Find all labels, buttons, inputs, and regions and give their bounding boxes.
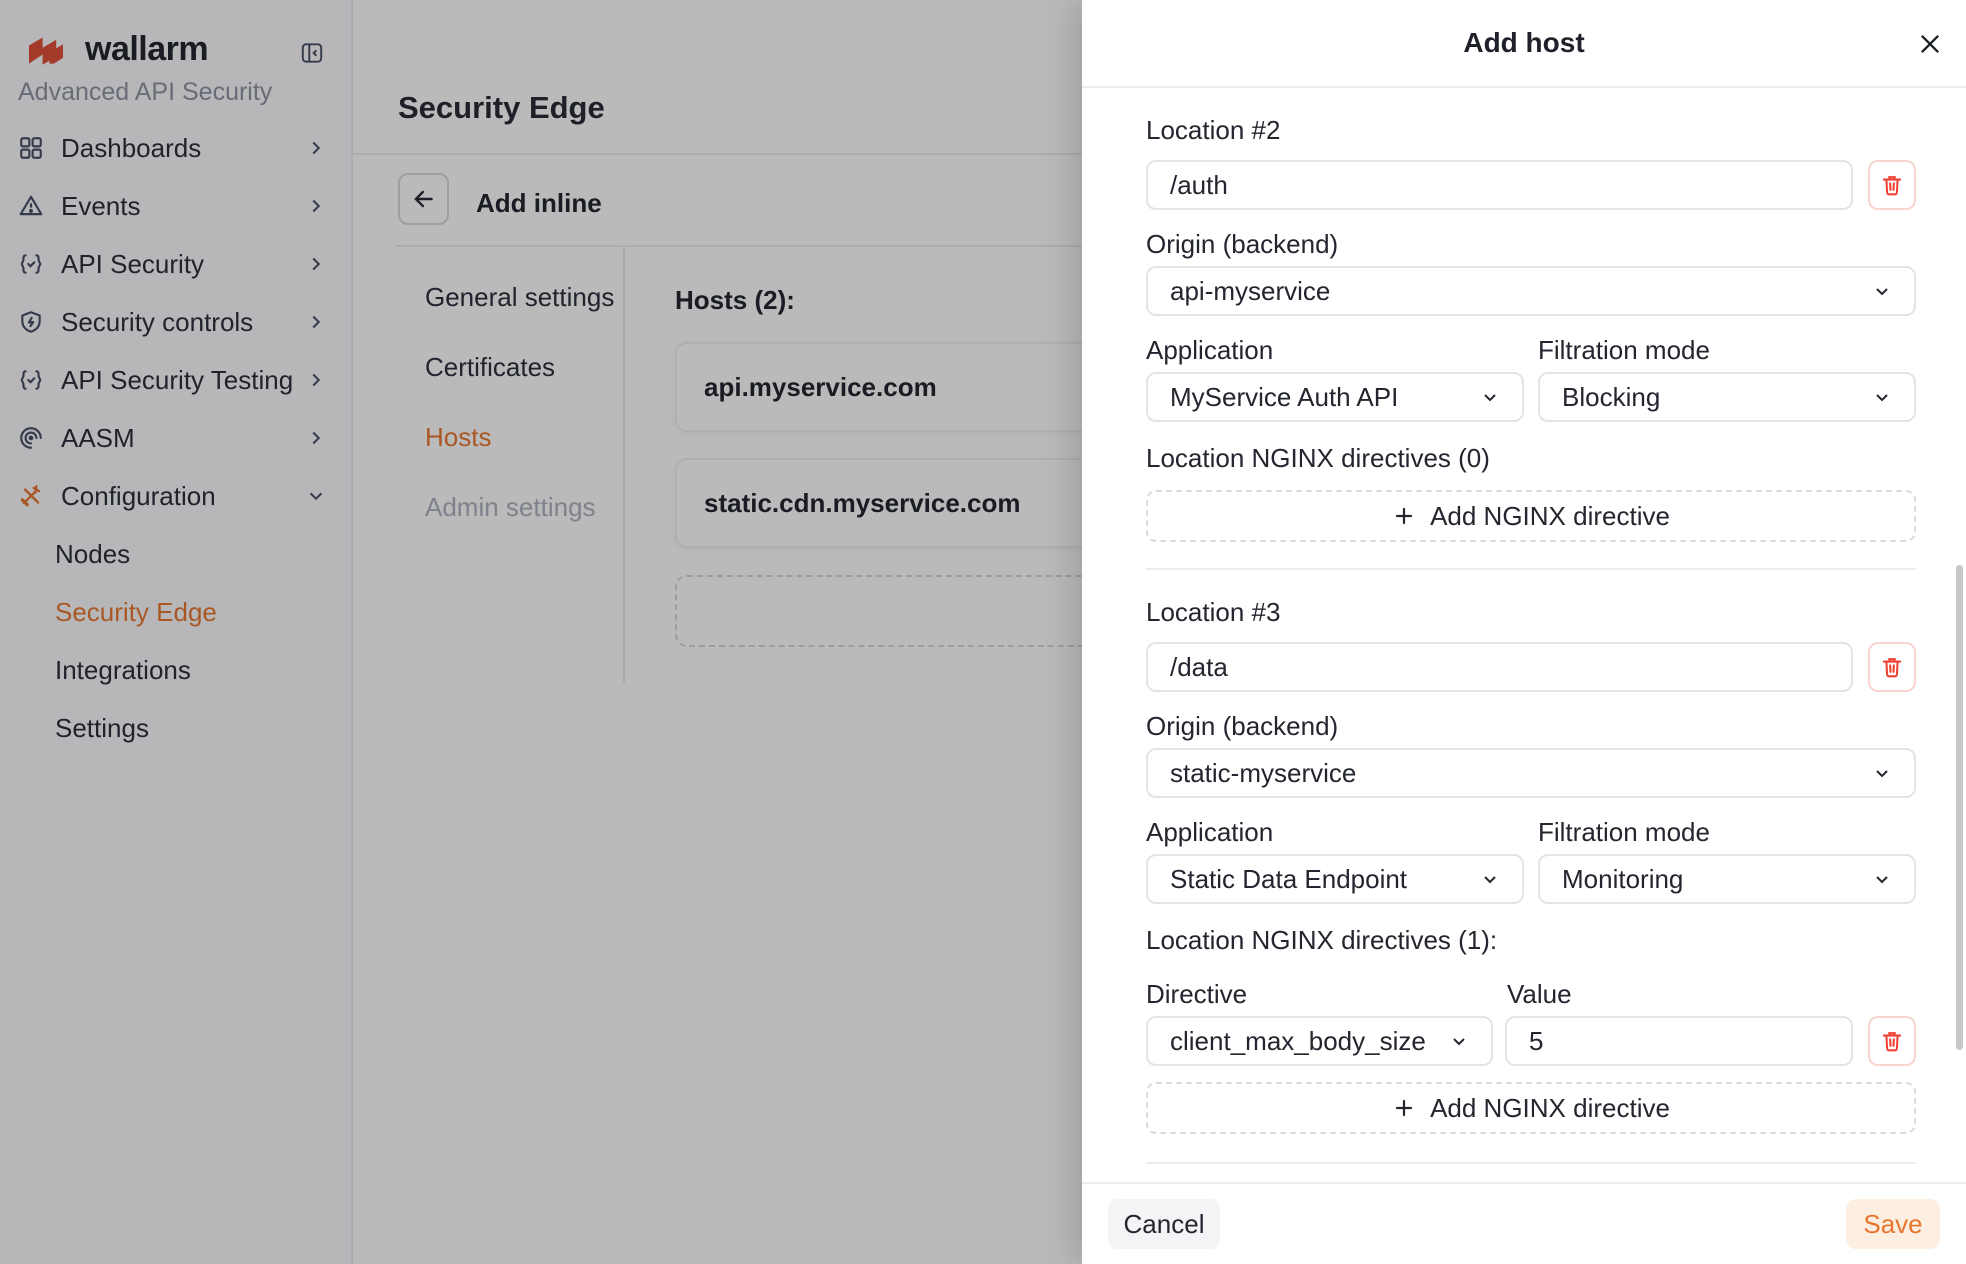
- modal-title: Add host: [1463, 27, 1584, 59]
- trash-icon: [1879, 1028, 1905, 1054]
- modal-body: Location #2 Origin (backend) api-myservi…: [1082, 88, 1966, 1182]
- chevron-down-icon: [1478, 867, 1502, 891]
- directive-value-input[interactable]: [1505, 1016, 1853, 1066]
- cancel-button[interactable]: Cancel: [1108, 1199, 1220, 1249]
- filtration-mode-label: Filtration mode: [1538, 334, 1916, 366]
- location-path-input[interactable]: [1146, 160, 1853, 210]
- directive-column-label: Directive: [1146, 978, 1493, 1010]
- plus-icon: [1392, 504, 1416, 528]
- modal-scrollbar[interactable]: [1956, 565, 1963, 1050]
- add-nginx-directive-button[interactable]: Add NGINX directive: [1146, 1082, 1916, 1134]
- filtration-mode-select[interactable]: Blocking: [1538, 372, 1916, 422]
- chevron-down-icon: [1478, 385, 1502, 409]
- directives-heading: Location NGINX directives (1):: [1146, 924, 1916, 956]
- location-heading: Location #2: [1146, 114, 1916, 146]
- location-heading: Location #3: [1146, 596, 1916, 628]
- value-column-label: Value: [1507, 978, 1572, 1010]
- chevron-down-icon: [1870, 761, 1894, 785]
- chevron-down-icon: [1870, 867, 1894, 891]
- origin-select[interactable]: api-myservice: [1146, 266, 1916, 316]
- delete-location-button[interactable]: [1868, 642, 1916, 692]
- plus-icon: [1392, 1096, 1416, 1120]
- add-nginx-directive-button[interactable]: Add NGINX directive: [1146, 490, 1916, 542]
- add-host-modal: Add host Location #2 Origin (backend) ap…: [1082, 0, 1966, 1264]
- trash-icon: [1879, 172, 1905, 198]
- application-select[interactable]: Static Data Endpoint: [1146, 854, 1524, 904]
- save-button[interactable]: Save: [1846, 1199, 1940, 1249]
- section-divider: [1146, 568, 1916, 570]
- filtration-mode-select[interactable]: Monitoring: [1538, 854, 1916, 904]
- application-label: Application: [1146, 334, 1524, 366]
- delete-directive-button[interactable]: [1868, 1016, 1916, 1066]
- origin-label: Origin (backend): [1146, 228, 1916, 260]
- chevron-down-icon: [1870, 279, 1894, 303]
- filtration-mode-label: Filtration mode: [1538, 816, 1916, 848]
- directives-heading: Location NGINX directives (0): [1146, 442, 1916, 474]
- close-icon[interactable]: [1916, 30, 1944, 58]
- modal-header: Add host: [1082, 0, 1966, 88]
- location-path-input[interactable]: [1146, 642, 1853, 692]
- application-label: Application: [1146, 816, 1524, 848]
- origin-select[interactable]: static-myservice: [1146, 748, 1916, 798]
- chevron-down-icon: [1870, 385, 1894, 409]
- directive-select[interactable]: client_max_body_size: [1146, 1016, 1493, 1066]
- chevron-down-icon: [1447, 1029, 1471, 1053]
- trash-icon: [1879, 654, 1905, 680]
- modal-footer: Cancel Save: [1082, 1182, 1966, 1264]
- delete-location-button[interactable]: [1868, 160, 1916, 210]
- application-select[interactable]: MyService Auth API: [1146, 372, 1524, 422]
- section-divider: [1146, 1162, 1916, 1164]
- origin-label: Origin (backend): [1146, 710, 1916, 742]
